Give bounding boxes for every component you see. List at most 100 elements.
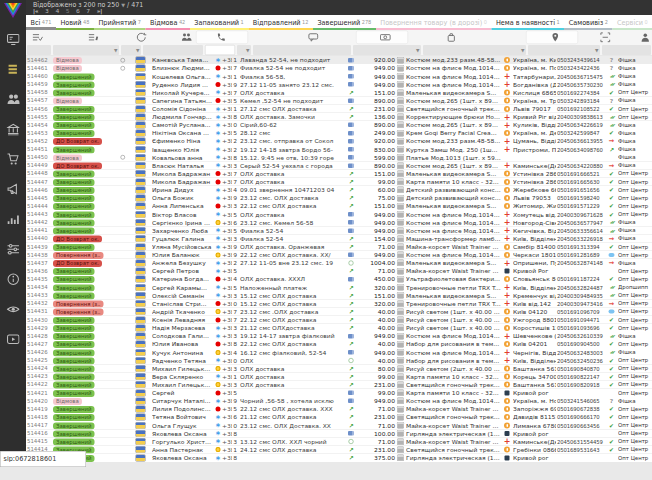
order-comment[interactable]: 24.12 смс ОЛХ доставка	[240, 446, 341, 454]
order-row[interactable]: 514445ЗавершенийОльга Божик*+380923.12 с…	[26, 194, 652, 202]
status-badge[interactable]: Відмова	[53, 65, 82, 72]
product-name[interactable]: Набор для рисования в темнот	[406, 356, 501, 364]
order-row[interactable]: 514439ЗавершенийУляна Мусійовська*+3809О…	[26, 243, 652, 251]
order-row[interactable]: 514420ВідмоваСитарчук Наталія Гр..*+3809…	[26, 397, 652, 405]
order-row[interactable]: 514416ЗавершенийЯковлева Оксана*+3808100…	[26, 429, 652, 437]
product-name[interactable]: Майка-корсет Waist Trainer *142	[406, 405, 501, 413]
filter-select[interactable]	[253, 45, 351, 55]
status-badge[interactable]: Відмова	[53, 398, 82, 405]
client-phone[interactable]: +380	[222, 381, 232, 389]
order-comment[interactable]: ОЛХ доставка. Оранжевая	[240, 243, 341, 251]
sidebar-orders-list-icon[interactable]	[0, 54, 26, 84]
tab-7[interactable]: Повернення товару (в дорозі)0	[376, 15, 492, 30]
order-comment[interactable]: Кемел ,52-54 не подходит	[240, 97, 341, 105]
status-badge[interactable]: Відмова	[53, 154, 82, 161]
page-3-button[interactable]: 3	[45, 8, 49, 15]
client-name[interactable]: Яковлева Оксана	[152, 429, 212, 437]
tracking-number[interactable]: 0501691281689	[557, 251, 606, 259]
order-row[interactable]: 514419ЗавершенийЛилия Подолинская+380522…	[26, 405, 652, 413]
client-name[interactable]: Віктор Власов	[152, 210, 212, 218]
product-name[interactable]: Костюм на флисе Мод.1014 (1ш	[406, 80, 501, 88]
status-badge[interactable]: Завершений	[53, 244, 95, 251]
product-name[interactable]: Костюм на флисе Мод.1014 (1ш	[406, 348, 501, 356]
client-name[interactable]: Кучук Антонина	[152, 348, 212, 356]
order-row[interactable]: 514454ЗавершенийСамотій Руслана Во..*+38…	[26, 121, 652, 129]
client-name[interactable]: Руденко Лидия Пав..	[152, 80, 212, 88]
order-row[interactable]: 514437ДО Возврат ок.Анжела Безушку*+3802…	[26, 259, 652, 267]
status-badge[interactable]: ДО Возврат ок.	[53, 163, 102, 170]
status-badge[interactable]: Завершений	[53, 341, 95, 348]
product-name[interactable]: Костюм на флисе Мод.1014 (1ш	[406, 332, 501, 340]
client-phone[interactable]: +380	[222, 178, 232, 186]
page-4-button[interactable]: 4	[55, 8, 59, 15]
order-row[interactable]: 514461ВідмоваБлизнюк Людмила ..+3807Фиал…	[26, 64, 652, 72]
tracking-number[interactable]: 20450634098760	[557, 145, 606, 153]
product-name[interactable]: Костюм мод.233 разм.48-58 (1	[406, 137, 501, 145]
client-name[interactable]: Анжела Безушку	[152, 259, 212, 267]
status-badge[interactable]: Завершений	[53, 333, 95, 340]
client-name[interactable]: Тетяна Войтович	[152, 413, 212, 421]
client-name[interactable]: Станіслав Стрижак	[152, 300, 212, 308]
filter-select[interactable]: ▼	[121, 45, 141, 55]
order-comment[interactable]: 19.12 14-18 завтра Бордо 56-	[240, 145, 341, 153]
sidebar-eye-icon[interactable]	[0, 294, 26, 324]
product-name[interactable]: Светящийся гоночный трек Ма	[406, 105, 501, 113]
product-name[interactable]: Костюм на флисе Мод.1014 (1ш	[406, 227, 501, 235]
tracking-number[interactable]: 0501691598240	[557, 194, 606, 202]
client-name[interactable]: Михаил Гилецький	[152, 365, 212, 373]
product-name[interactable]: Крем Goqi Berry Facial Cream *3	[406, 129, 501, 137]
order-comment[interactable]: ОЛХ доставка	[240, 178, 341, 186]
filter-select[interactable]: ▼	[237, 45, 251, 55]
order-comment[interactable]: ОЛХ доставка. ХХХЛ	[240, 275, 341, 283]
client-phone[interactable]: +380	[222, 113, 232, 121]
tracking-number[interactable]: 20450631554459	[557, 438, 606, 446]
sidebar-stats-icon[interactable]	[0, 204, 26, 234]
product-name[interactable]: Костюм мод.233 разм.48-58 (1	[406, 56, 501, 64]
client-name[interactable]: Николай Кучеренко	[152, 89, 212, 97]
order-comment[interactable]: 13.12 смс ОЛХ. ХХЛ чорний	[240, 438, 341, 446]
order-comment[interactable]: ОЛХ доставка	[240, 89, 341, 97]
client-phone[interactable]: +380	[222, 194, 232, 202]
client-phone[interactable]: +380	[222, 454, 232, 462]
client-phone[interactable]: +380	[222, 97, 232, 105]
client-phone[interactable]: +380	[222, 308, 232, 316]
order-row[interactable]: 514443ЗавершенийВіктор Власов*+3805ОЛХ д…	[26, 210, 652, 218]
tracking-number[interactable]: 0501691313394	[557, 243, 606, 251]
client-phone[interactable]: +380	[222, 267, 232, 275]
product-name[interactable]: Костюм на флисе Мод.1014 (1ш	[406, 64, 501, 72]
client-phone[interactable]: +380	[222, 105, 232, 113]
order-row[interactable]: 514434ЗавершенийСергей Карамышев*+3805На…	[26, 283, 652, 291]
order-row[interactable]: 514423ЗавершенийВера Скляренко*+3801ОЛХ …	[26, 373, 652, 381]
order-comment[interactable]: 15.12. 9:45 не отв, 10:39 горе	[240, 153, 341, 161]
sidebar-clients-icon[interactable]	[0, 84, 26, 114]
column-pin-icon[interactable]	[550, 32, 561, 43]
tracking-number[interactable]: 20450635730230	[557, 80, 606, 88]
tracking-number[interactable]: 20400309484935	[557, 291, 606, 299]
status-badge[interactable]: Завершений	[53, 357, 95, 364]
status-badge[interactable]: Завершений	[53, 349, 95, 356]
sidebar-info-icon[interactable]	[0, 264, 26, 294]
column-edit-list-icon[interactable]	[88, 32, 99, 43]
order-comment[interactable]: Фиалка 56-58,	[240, 72, 341, 80]
status-badge[interactable]: Завершений	[53, 187, 95, 194]
product-name[interactable]: Светящийся гоночный трек Ма	[406, 446, 501, 454]
tracking-number[interactable]: 0501691651656	[557, 186, 606, 194]
tab-4[interactable]: Запакований1	[190, 15, 248, 30]
order-row[interactable]: 514421ЗавершенийСергей+380599.00Карта па…	[26, 389, 652, 397]
product-name[interactable]: Куртка Замш Мод. 250 (1шт. х 8	[406, 145, 501, 153]
status-badge[interactable]: Завершений	[53, 374, 95, 381]
tracking-number[interactable]: 20450636715475	[557, 72, 606, 80]
tracking-number[interactable]: 0501690672838	[557, 405, 606, 413]
client-name[interactable]: Яковлева Оксана	[152, 454, 212, 462]
status-badge[interactable]: Завершений	[53, 228, 95, 235]
order-comment[interactable]: 19.12 14-17 завтра фіалковий	[240, 332, 341, 340]
filter-select[interactable]	[27, 45, 51, 55]
order-row[interactable]: 514456ЗавершенийСоломія Сідоніна*+380127…	[26, 105, 652, 113]
tracking-number[interactable]: 20400309473416	[557, 300, 606, 308]
order-comment[interactable]: ОЛХ доставка	[240, 210, 341, 218]
product-name[interactable]: Рисуй светом (2шт. х 40.00 = 80	[406, 365, 501, 373]
order-comment[interactable]: Фиалка 52-54 не подходит	[240, 64, 341, 72]
order-comment[interactable]: Чорний ,56-58 , хотела исклю	[240, 397, 341, 405]
tab-10[interactable]: Сервіси0	[612, 15, 652, 30]
client-phone[interactable]: +380	[222, 259, 232, 267]
